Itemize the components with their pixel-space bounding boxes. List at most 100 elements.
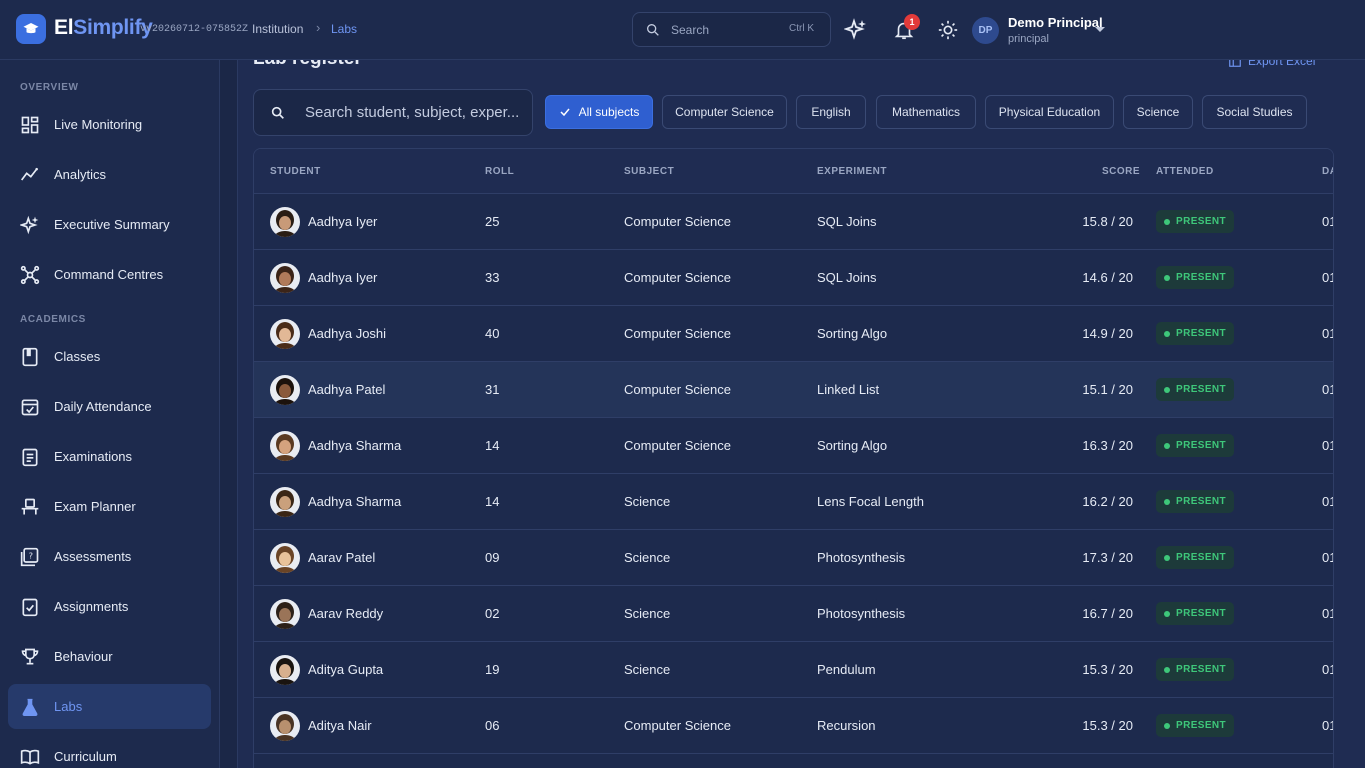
student-name[interactable]: Aditya Gupta (308, 662, 383, 677)
register-search-input[interactable]: Search student, subject, exper... (253, 89, 533, 136)
student-name[interactable]: Aadhya Joshi (308, 326, 386, 341)
breadcrumb-labs[interactable]: Labs (331, 22, 357, 36)
status-label: PRESENT (1176, 384, 1227, 395)
subject: Computer Science (624, 326, 731, 341)
sidebar-item-label: Executive Summary (54, 217, 170, 232)
status-dot (1164, 386, 1170, 393)
table-row[interactable]: Aadhya Patel 31 Computer Science Linked Lis… (254, 362, 1333, 418)
sidebar-item-labs[interactable]: Labs (8, 684, 211, 729)
sparkles-icon[interactable] (843, 17, 869, 43)
subject: Computer Science (624, 718, 731, 733)
column-header-date[interactable]: DA (1322, 166, 1333, 177)
table-row[interactable]: Aadhya Iyer 25 Computer Science SQL Joins 15… (254, 194, 1333, 250)
student-name[interactable]: Aarav Reddy (308, 606, 383, 621)
roll-number: 31 (485, 382, 500, 397)
column-header-experiment[interactable]: EXPERIMENT (817, 166, 887, 177)
global-search-input[interactable]: Search Ctrl K (632, 12, 831, 47)
sidebar-item-live-monitoring[interactable]: Live Monitoring (8, 102, 211, 147)
table-row[interactable]: Aadhya Joshi 40 Computer Science Sorting Al… (254, 306, 1333, 362)
sidebar-item-assignments[interactable]: Assignments (8, 584, 211, 629)
sidebar-item-executive-summary[interactable]: Executive Summary (8, 202, 211, 247)
filter-chip-label: Physical Education (998, 105, 1101, 119)
sidebar-item-classes[interactable]: Classes (8, 334, 211, 379)
breadcrumb-institution[interactable]: Institution (252, 22, 303, 36)
sparkles-icon (20, 215, 39, 235)
filter-chip-all-subjects[interactable]: All subjects (545, 95, 653, 129)
sidebar-item-examinations[interactable]: Examinations (8, 434, 211, 479)
filter-chip-physical-education[interactable]: Physical Education (985, 95, 1114, 129)
sidebar-item-label: Labs (54, 699, 83, 714)
filter-chip-label: Mathematics (891, 105, 961, 119)
table-row[interactable]: Aditya Gupta 19 Science Pendulum 15.3 / 20 PR… (254, 642, 1333, 698)
filter-chip-computer-science[interactable]: Computer Science (662, 95, 787, 129)
filter-chip-english[interactable]: English (796, 95, 866, 129)
filter-chip-label: Computer Science (675, 105, 774, 119)
status-badge: PRESENT (1156, 378, 1235, 401)
sidebar-item-curriculum[interactable]: Curriculum (8, 734, 211, 768)
status-badge: PRESENT (1156, 490, 1235, 513)
filter-chip-mathematics[interactable]: Mathematics (876, 95, 976, 129)
sidebar-item-analytics[interactable]: Analytics (8, 152, 211, 197)
sidebar-item-behaviour[interactable]: Behaviour (8, 634, 211, 679)
table-row[interactable]: Aarav Patel 09 Science Photosynthesis 17.3 /… (254, 530, 1333, 586)
table-row[interactable]: Aadhya Iyer 33 Computer Science SQL Joins 14… (254, 250, 1333, 306)
student-avatar (270, 319, 300, 349)
status-dot (1164, 498, 1170, 505)
section-label-academics: ACADEMICS (20, 314, 86, 325)
experiment: Linked List (817, 382, 880, 397)
status-label: PRESENT (1176, 328, 1227, 339)
experiment: Pendulum (817, 662, 876, 677)
user-name[interactable]: Demo Principal (1008, 15, 1103, 30)
student-name[interactable]: Aarav Patel (308, 550, 375, 565)
student-name[interactable]: Aadhya Patel (308, 382, 385, 397)
logo-icon[interactable] (16, 14, 46, 44)
sidebar-item-label: Behaviour (54, 649, 113, 664)
status-label: PRESENT (1176, 552, 1227, 563)
sidebar-item-label: Exam Planner (54, 499, 136, 514)
subject: Computer Science (624, 382, 731, 397)
status-dot (1164, 218, 1170, 225)
student-name[interactable]: Aditya Nair (308, 718, 372, 733)
table-row[interactable]: Aadhya Sharma 14 Computer Science Sorting A… (254, 418, 1333, 474)
table-row[interactable]: Aadhya Sharma 14 Science Lens Focal Length 1… (254, 474, 1333, 530)
student-name[interactable]: Aadhya Iyer (308, 270, 377, 285)
search-placeholder: Search student, subject, exper... (305, 104, 520, 121)
search-icon (647, 23, 659, 36)
export-button[interactable]: Export Excel (1228, 60, 1315, 68)
column-header-subject[interactable]: SUBJECT (624, 166, 674, 177)
sidebar-item-assessments[interactable]: ? Assessments (8, 534, 211, 579)
column-header-student[interactable]: STUDENT (270, 166, 321, 177)
filter-chip-social-studies[interactable]: Social Studies (1202, 95, 1307, 129)
user-avatar[interactable]: DP (972, 17, 999, 44)
status-badge: PRESENT (1156, 434, 1235, 457)
experiment: Sorting Algo (817, 326, 888, 341)
brand-name[interactable]: ElSimplify (54, 16, 153, 40)
sun-icon[interactable] (935, 17, 961, 43)
student-name[interactable]: Aadhya Sharma (308, 438, 401, 453)
column-header-attended[interactable]: ATTENDED (1156, 166, 1214, 177)
experiment: Lens Focal Length (817, 494, 924, 509)
status-label: PRESENT (1176, 664, 1227, 675)
roll-number: 25 (485, 214, 500, 229)
open-book-icon (20, 749, 40, 765)
sidebar-item-label: Examinations (54, 449, 133, 464)
subject: Science (624, 662, 671, 677)
sidebar-item-label: Daily Attendance (54, 399, 152, 414)
student-avatar (270, 375, 300, 405)
sidebar-item-command-centres[interactable]: Command Centres (8, 252, 211, 297)
filter-chip-science[interactable]: Science (1123, 95, 1193, 129)
student-name[interactable]: Aadhya Sharma (308, 494, 401, 509)
export-label: Export Excel (1248, 60, 1316, 68)
roll-number: 09 (485, 550, 500, 565)
column-header-score[interactable]: SCORE (1102, 166, 1140, 177)
filter-chip-label: Social Studies (1216, 105, 1293, 119)
table-row[interactable]: Aditya Nair 06 Computer Science Recursion 15… (254, 698, 1333, 754)
status-badge: PRESENT (1156, 322, 1235, 345)
sidebar-item-daily-attendance[interactable]: Daily Attendance (8, 384, 211, 429)
sidebar-item-exam-planner[interactable]: Exam Planner (8, 484, 211, 529)
column-header-roll[interactable]: ROLL (485, 166, 514, 177)
table-row[interactable]: Aarav Reddy 02 Science Photosynthesis 16.7 /… (254, 586, 1333, 642)
student-name[interactable]: Aadhya Iyer (308, 214, 377, 229)
chevron-down-icon[interactable] (1094, 26, 1106, 34)
score: 15.8 / 20 (1082, 214, 1133, 229)
